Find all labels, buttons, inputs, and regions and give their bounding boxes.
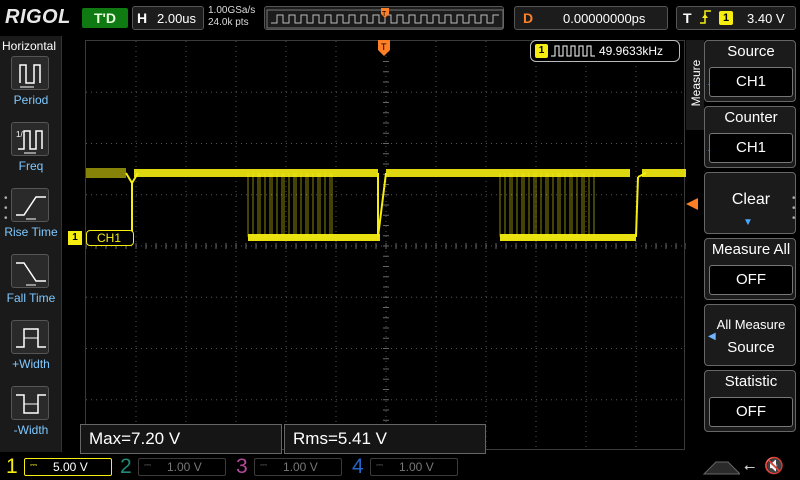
measure-menu-tab: Measure xyxy=(686,40,704,130)
channel-1-scale: 5.00 V xyxy=(24,458,112,476)
horizontal-delay[interactable]: D 0.00000000ps xyxy=(514,6,668,30)
dc-coupling-icon: ⎓ xyxy=(144,460,152,470)
measure-menu-tab-label: Measure xyxy=(689,59,703,107)
statistic-softkey[interactable]: Statistic OFF xyxy=(704,370,796,432)
measure-rise-time[interactable]: Rise Time xyxy=(0,188,62,252)
softkey-page-indicator-icon: • • • xyxy=(792,193,796,224)
channel-status-bar: 1 5.00 V ⎓ 2 1.00 V ⎓ 3 1.00 V ⎓ 4 1.00 … xyxy=(0,454,800,480)
top-status-bar: RIGOL T'D H 2.00us 1.00GSa/s 24.0k pts T… xyxy=(0,0,800,36)
counter-softkey-value: CH1 xyxy=(709,133,793,163)
channel-2-scale: 1.00 V xyxy=(138,458,226,476)
clear-title: Clear xyxy=(731,191,771,208)
menu-title: Horizontal xyxy=(2,39,57,53)
channel-2-number: 2 xyxy=(120,455,132,478)
pulse-train-icon xyxy=(551,45,595,57)
ch1-label-tag: CH1 xyxy=(86,230,134,246)
delay-letter: D xyxy=(523,10,534,26)
channel-1-number: 1 xyxy=(6,455,18,478)
trigger-source-badge: 1 xyxy=(719,11,733,25)
channel-1-status[interactable]: 1 5.00 V ⎓ xyxy=(0,454,116,480)
all-measure-source-line1: All Measure xyxy=(716,317,786,332)
frequency-icon: 1/ xyxy=(11,122,49,156)
measure-all-value: OFF xyxy=(709,265,793,295)
chevron-down-icon: ▼ xyxy=(743,217,753,228)
timebase-scale: 2.00us xyxy=(157,11,197,26)
measure-frequency[interactable]: 1/ Freq xyxy=(0,122,62,186)
measure-positive-width[interactable]: +Width xyxy=(0,320,62,384)
trigger-letter: T xyxy=(683,10,692,26)
source-value: CH1 xyxy=(709,67,793,97)
graticule xyxy=(85,40,687,452)
channel-4-number: 4 xyxy=(352,455,364,478)
memory-waveform-overview: T xyxy=(266,8,504,29)
speaker-mute-icon[interactable]: 🔇 xyxy=(764,456,784,476)
source-title: Source xyxy=(727,43,775,60)
measure-all-title: Measure All xyxy=(711,241,791,258)
trigger-level: 3.40 V xyxy=(747,11,785,26)
all-measure-source-line2: Source xyxy=(727,339,775,356)
statistic-title: Statistic xyxy=(724,373,778,390)
measure-item-menu: Horizontal Period 1/ Freq Rise Time Fall… xyxy=(0,36,62,452)
measure-all-softkey[interactable]: Measure All OFF xyxy=(704,238,796,300)
channel-2-status[interactable]: 2 1.00 V ⎓ xyxy=(114,454,230,480)
fall-time-label: Fall Time xyxy=(6,291,56,305)
trigger-position-marker: T xyxy=(382,11,387,18)
counter-source-badge: 1 xyxy=(535,44,548,58)
svg-text:1/: 1/ xyxy=(16,130,23,139)
positive-width-label: +Width xyxy=(12,357,50,371)
measure-fall-time[interactable]: Fall Time xyxy=(0,254,62,318)
channel-4-status[interactable]: 4 1.00 V ⎓ xyxy=(346,454,462,480)
delay-value: 0.00000000ps xyxy=(563,11,646,26)
counter-title: Counter xyxy=(724,109,778,126)
counter-softkey[interactable]: Counter ◀ CH1 xyxy=(704,106,796,168)
trigger-marker-letter: T xyxy=(381,42,387,52)
ch1-offset-marker[interactable]: 1 xyxy=(68,231,82,245)
frequency-counter: 1 49.9633kHz xyxy=(530,40,680,62)
timebase-letter: H xyxy=(137,10,148,26)
dc-coupling-icon: ⎓ xyxy=(30,460,38,470)
source-softkey[interactable]: Source ◀ CH1 xyxy=(704,40,796,102)
channel-3-scale: 1.00 V xyxy=(254,458,342,476)
run-state-badge[interactable]: T'D xyxy=(82,8,128,28)
measure-period[interactable]: Period xyxy=(0,56,62,120)
measure-negative-width[interactable]: -Width xyxy=(0,386,62,450)
memory-depth: 24.0k pts xyxy=(208,17,249,28)
channel-3-status[interactable]: 3 1.00 V ⎓ xyxy=(230,454,346,480)
clear-softkey[interactable]: Clear ▼ xyxy=(704,172,796,234)
channel-3-number: 3 xyxy=(236,455,248,478)
statistic-value: OFF xyxy=(709,397,793,427)
menu-toggle-icon[interactable] xyxy=(700,458,740,476)
sample-rate: 1.00GSa/s xyxy=(208,5,256,16)
waveform-display[interactable] xyxy=(85,40,687,452)
acquisition-info: 1.00GSa/s 24.0k pts xyxy=(208,5,255,29)
positive-width-icon xyxy=(11,320,49,354)
rise-time-icon xyxy=(11,188,49,222)
fall-time-icon xyxy=(11,254,49,288)
counter-value: 49.9633kHz xyxy=(599,44,664,58)
horizontal-timebase[interactable]: H 2.00us xyxy=(132,6,204,30)
trigger-level-marker-icon[interactable] xyxy=(686,198,698,210)
menu-page-indicator-icon: • • • xyxy=(4,193,8,224)
trigger-position-bar[interactable]: T xyxy=(264,6,504,30)
measurement-max[interactable]: Max=7.20 V xyxy=(80,424,282,454)
negative-width-label: -Width xyxy=(13,423,49,437)
rise-time-label: Rise Time xyxy=(4,225,58,239)
measurement-rms[interactable]: Rms=5.41 V xyxy=(284,424,486,454)
rising-edge-icon xyxy=(699,8,713,30)
period-icon xyxy=(11,56,49,90)
frequency-label: Freq xyxy=(18,159,44,173)
dc-coupling-icon: ⎓ xyxy=(260,460,268,470)
negative-width-icon xyxy=(11,386,49,420)
channel-4-scale: 1.00 V xyxy=(370,458,458,476)
trigger-position-marker-icon[interactable]: T xyxy=(378,40,390,56)
dc-coupling-icon: ⎓ xyxy=(376,460,384,470)
usb-icon: ⭠ xyxy=(744,458,756,474)
all-measure-source-softkey[interactable]: ◀ All Measure Source xyxy=(704,304,796,366)
period-label: Period xyxy=(13,93,49,107)
trigger-settings[interactable]: T 1 3.40 V xyxy=(676,6,796,30)
brand-logo: RIGOL xyxy=(5,6,71,28)
